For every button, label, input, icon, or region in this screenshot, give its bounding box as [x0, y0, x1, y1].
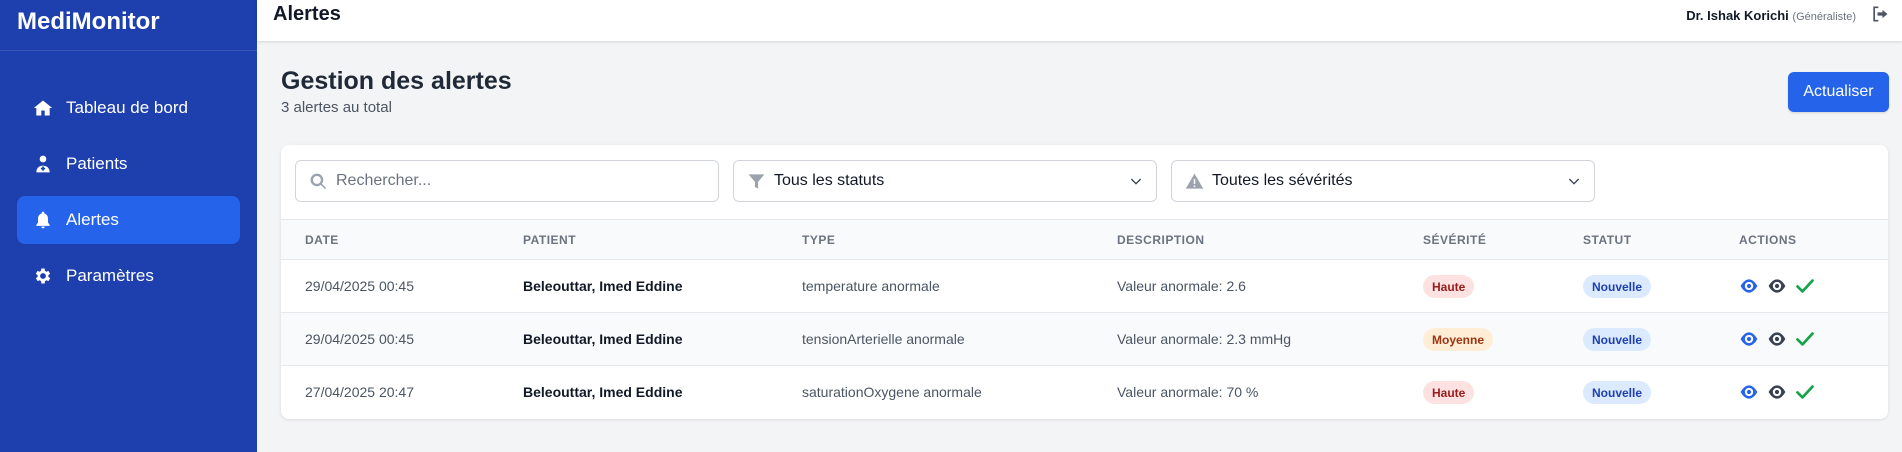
search-icon	[308, 171, 328, 191]
filters-bar: Tous les statuts Toutes les sévérités	[281, 145, 1888, 219]
mark-read-eye-icon[interactable]	[1766, 276, 1788, 296]
row-actions	[1738, 276, 1816, 296]
cell-description: Valeur anormale: 70 %	[1117, 384, 1259, 400]
cell-type: saturationOxygene anormale	[802, 384, 982, 400]
filter-icon	[746, 171, 766, 191]
column-header-type: Type	[802, 233, 836, 247]
severity-badge: Moyenne	[1423, 328, 1494, 351]
sidebar-item-alerts[interactable]: Alertes	[17, 196, 240, 244]
search-field[interactable]	[295, 160, 719, 202]
alerts-count: 3 alertes au total	[281, 99, 392, 116]
table-row: 27/04/2025 20:47 Beleouttar, Imed Eddine…	[281, 366, 1888, 419]
column-header-actions: Actions	[1739, 233, 1797, 247]
column-header-status: Statut	[1583, 233, 1632, 247]
column-header-description: Description	[1117, 233, 1205, 247]
status-badge: Nouvelle	[1583, 381, 1652, 404]
logout-icon[interactable]	[1870, 4, 1890, 24]
alerts-card: Tous les statuts Toutes les sévérités Da…	[281, 145, 1888, 419]
column-header-date: Date	[305, 233, 339, 247]
row-actions	[1738, 329, 1816, 349]
view-details-eye-icon[interactable]	[1738, 276, 1760, 296]
cell-description: Valeur anormale: 2.6	[1117, 278, 1246, 294]
mark-read-eye-icon[interactable]	[1766, 329, 1788, 349]
cell-patient: Beleouttar, Imed Eddine	[523, 384, 683, 400]
status-badge: Nouvelle	[1583, 328, 1652, 351]
row-actions	[1738, 382, 1816, 402]
column-header-severity: Sévérité	[1423, 233, 1487, 247]
severity-badge: Haute	[1423, 275, 1475, 298]
cell-description: Valeur anormale: 2.3 mmHg	[1117, 331, 1292, 347]
page-title: Gestion des alertes	[281, 67, 512, 95]
header-title: Alertes	[273, 3, 341, 25]
sidebar-item-label: Alertes	[66, 210, 119, 229]
cell-date: 27/04/2025 20:47	[305, 384, 414, 400]
table-row: 29/04/2025 00:45 Beleouttar, Imed Eddine…	[281, 260, 1888, 313]
sidebar-item-patients[interactable]: Patients	[17, 140, 240, 188]
refresh-button[interactable]: Actualiser	[1788, 72, 1889, 112]
sidebar: MediMonitor Tableau de bord Patients Ale…	[0, 0, 257, 452]
warning-icon	[1184, 171, 1204, 191]
sidebar-item-label: Patients	[66, 154, 128, 173]
status-filter-select[interactable]: Tous les statuts	[733, 160, 1157, 202]
cell-type: tensionArterielle anormale	[802, 331, 965, 347]
search-input[interactable]	[336, 172, 674, 190]
chevron-down-icon	[1128, 173, 1144, 189]
sidebar-item-label: Paramètres	[66, 266, 154, 285]
severity-badge: Haute	[1423, 381, 1475, 404]
status-badge: Nouvelle	[1583, 275, 1652, 298]
mark-read-eye-icon[interactable]	[1766, 382, 1788, 402]
resolve-check-icon[interactable]	[1794, 329, 1816, 349]
bell-icon	[32, 209, 54, 231]
app-logo[interactable]: MediMonitor	[0, 0, 257, 51]
sidebar-item-settings[interactable]: Paramètres	[17, 252, 240, 300]
severity-filter-value: Toutes les sévérités	[1212, 172, 1353, 189]
cell-type: temperature anormale	[802, 278, 940, 294]
home-icon	[32, 97, 54, 119]
cell-date: 29/04/2025 00:45	[305, 278, 414, 294]
cell-patient: Beleouttar, Imed Eddine	[523, 278, 683, 294]
view-details-eye-icon[interactable]	[1738, 382, 1760, 402]
table-row: 29/04/2025 00:45 Beleouttar, Imed Eddine…	[281, 313, 1888, 366]
column-header-patient: Patient	[523, 233, 577, 247]
severity-filter-select[interactable]: Toutes les sévérités	[1171, 160, 1595, 202]
cell-patient: Beleouttar, Imed Eddine	[523, 331, 683, 347]
user-name: Dr. Ishak Korichi	[1686, 8, 1789, 23]
user-doctor-icon	[32, 153, 54, 175]
resolve-check-icon[interactable]	[1794, 382, 1816, 402]
user-role: (Généraliste)	[1792, 11, 1856, 23]
resolve-check-icon[interactable]	[1794, 276, 1816, 296]
status-filter-value: Tous les statuts	[774, 172, 885, 189]
user-info: Dr. Ishak Korichi (Généraliste)	[1686, 8, 1856, 23]
sidebar-item-dashboard[interactable]: Tableau de bord	[17, 84, 240, 132]
table-header: Date Patient Type Description Sévérité S…	[281, 219, 1888, 260]
chevron-down-icon	[1566, 173, 1582, 189]
gear-icon	[32, 265, 54, 287]
view-details-eye-icon[interactable]	[1738, 329, 1760, 349]
cell-date: 29/04/2025 00:45	[305, 331, 414, 347]
sidebar-nav: Tableau de bord Patients Alertes Paramèt…	[0, 51, 257, 300]
top-bar: Alertes Dr. Ishak Korichi (Généraliste)	[257, 0, 1902, 41]
sidebar-item-label: Tableau de bord	[66, 98, 188, 117]
